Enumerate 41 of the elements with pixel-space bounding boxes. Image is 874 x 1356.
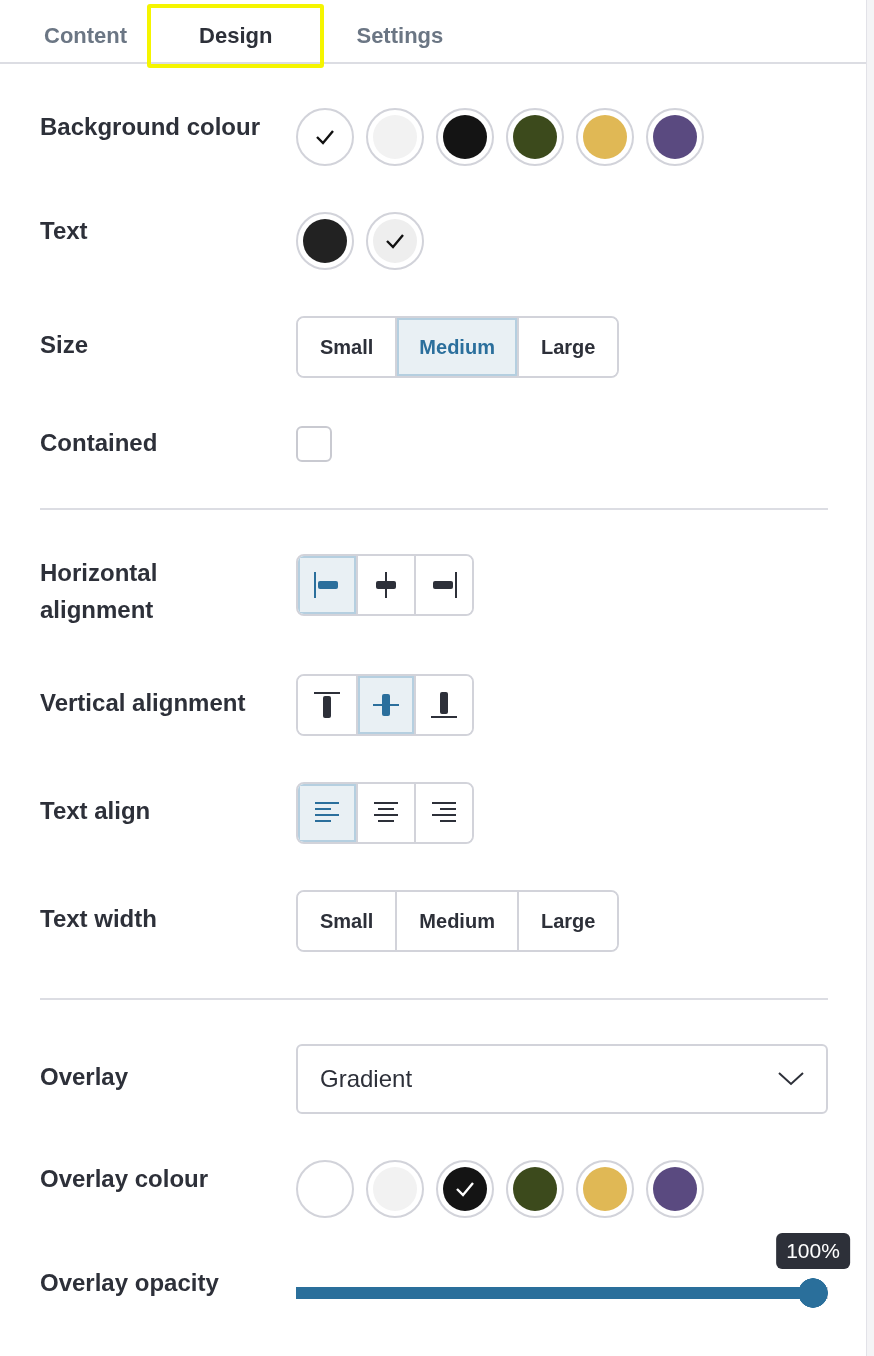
alignment-button[interactable] <box>414 676 472 735</box>
colour-swatch[interactable] <box>366 1160 424 1219</box>
colour-swatch[interactable] <box>366 212 424 270</box>
tab[interactable]: Design <box>147 4 325 68</box>
chevron-down-icon <box>778 1072 804 1087</box>
checkbox[interactable] <box>296 426 332 462</box>
colour-swatch[interactable] <box>646 1160 704 1219</box>
field-label: Contained <box>40 428 159 458</box>
segment-button[interactable]: Medium <box>395 318 517 376</box>
field-label: Horizontal alignment <box>40 558 159 626</box>
colour-swatch[interactable] <box>296 108 354 166</box>
field-label: Text <box>40 216 89 246</box>
colour-swatch[interactable] <box>436 1160 494 1219</box>
colour-swatch[interactable] <box>576 1160 634 1219</box>
colour-swatch[interactable] <box>646 108 704 166</box>
tab[interactable]: Settings <box>352 4 448 68</box>
field-label: Overlay colour <box>40 1164 210 1195</box>
colour-swatch[interactable] <box>576 108 634 166</box>
colour-swatch[interactable] <box>366 108 424 166</box>
checkmark-icon <box>384 232 406 250</box>
align-bottom-icon <box>429 690 459 721</box>
value-tooltip: 100% <box>776 1233 850 1270</box>
field-label: Text align <box>40 796 152 827</box>
field-label: Overlay opacity <box>40 1268 220 1299</box>
colour-swatch[interactable] <box>296 212 354 270</box>
alignment-button[interactable] <box>414 784 472 843</box>
alignment-button[interactable] <box>414 556 472 614</box>
field-label: Vertical alignment <box>40 688 247 719</box>
colour-swatch[interactable] <box>296 1160 354 1219</box>
field-label: Size <box>40 330 90 360</box>
tab[interactable]: Content <box>40 4 132 68</box>
field-label: Overlay <box>40 1062 130 1093</box>
field-label: Text width <box>40 904 158 935</box>
checkmark-icon <box>314 128 336 146</box>
field-label: Background colour <box>40 112 262 142</box>
colour-swatch[interactable] <box>436 108 494 166</box>
align-top-icon <box>312 690 342 721</box>
overlay-select[interactable]: Gradient <box>296 1044 828 1115</box>
checkmark-icon <box>454 1180 476 1199</box>
segment-button[interactable]: Large <box>516 892 618 951</box>
segment-button[interactable]: Large <box>516 318 618 376</box>
